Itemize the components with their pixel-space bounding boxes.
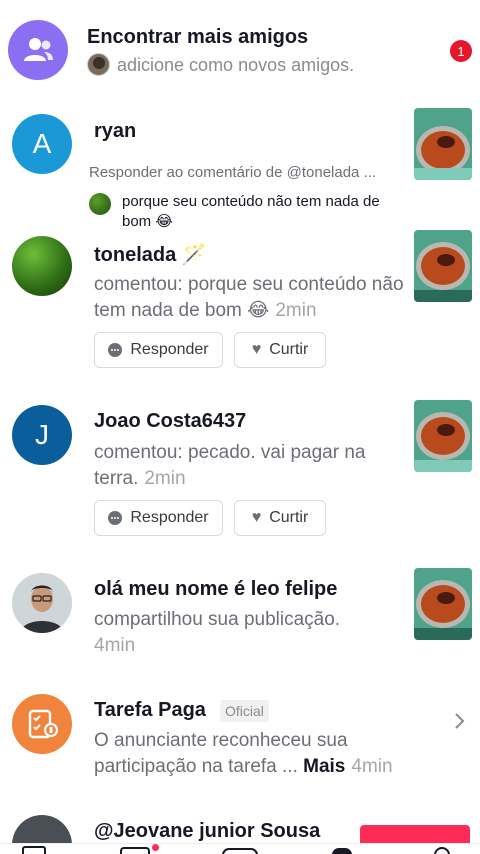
- search-icon[interactable]: [434, 847, 450, 854]
- more-link[interactable]: Mais: [303, 756, 345, 777]
- user-name[interactable]: ryan: [94, 120, 136, 143]
- avatar[interactable]: J: [12, 405, 72, 465]
- comment-icon: [108, 343, 123, 357]
- find-friends-title: Encontrar mais amigos: [87, 26, 309, 48]
- comment-icon: [108, 511, 123, 525]
- task-message: O anunciante reconheceu sua participação…: [94, 730, 393, 777]
- post-thumbnail[interactable]: [414, 230, 472, 302]
- reply-context: Responder ao comentário de @tonelada ...: [89, 164, 377, 181]
- timestamp: 4min: [351, 756, 393, 777]
- avatar[interactable]: [12, 236, 72, 296]
- user-name[interactable]: @Jeovane junior Sousa: [94, 820, 320, 843]
- timestamp: 4min: [94, 635, 136, 656]
- user-name[interactable]: tonelada 🪄: [94, 242, 207, 267]
- post-thumbnail[interactable]: [414, 108, 472, 180]
- notification-badge: 1: [450, 40, 472, 62]
- notification-dot: [152, 844, 159, 851]
- like-label: Curtir: [269, 509, 309, 526]
- bottom-nav: [0, 843, 480, 854]
- home-icon[interactable]: [22, 846, 46, 854]
- heart-icon: ♥: [251, 509, 262, 526]
- like-button[interactable]: ♥ Curtir: [234, 332, 326, 368]
- quoted-comment: porque seu conteúdo não tem nada de bom …: [122, 193, 380, 230]
- like-button[interactable]: ♥ Curtir: [234, 500, 326, 536]
- post-thumbnail[interactable]: [414, 568, 472, 640]
- avatar[interactable]: [12, 573, 72, 633]
- user-name[interactable]: Tarefa Paga: [94, 699, 206, 722]
- chevron-right-icon: [453, 712, 465, 735]
- find-friends-subtitle: adicione como novos amigos.: [117, 55, 355, 75]
- share-text: compartilhou sua publicação.: [94, 609, 341, 630]
- official-badge: Oficial: [220, 700, 269, 722]
- inbox-icon[interactable]: [120, 847, 150, 854]
- task-icon[interactable]: [12, 694, 72, 754]
- comment-text: comentou: porque seu conteúdo não tem na…: [94, 274, 404, 321]
- timestamp: 2min: [144, 468, 186, 489]
- reply-label: Responder: [130, 341, 209, 358]
- reply-label: Responder: [130, 509, 209, 526]
- reply-button[interactable]: Responder: [94, 500, 223, 536]
- user-name[interactable]: Joao Costa6437: [94, 410, 246, 433]
- like-label: Curtir: [269, 341, 309, 358]
- heart-icon: ♥: [251, 341, 262, 358]
- post-thumbnail[interactable]: [414, 400, 472, 472]
- create-icon[interactable]: [222, 848, 258, 854]
- profile-icon[interactable]: [332, 848, 352, 854]
- timestamp: 2min: [275, 300, 317, 321]
- find-friends-icon: [8, 20, 68, 80]
- user-name[interactable]: olá meu nome é leo felipe: [94, 578, 337, 601]
- reply-button[interactable]: Responder: [94, 332, 223, 368]
- quote-avatar: [89, 193, 111, 215]
- avatar[interactable]: A: [12, 114, 72, 174]
- comment-text: comentou: pecado. vai pagar na terra. 2mi…: [94, 442, 366, 489]
- mini-avatar: [87, 53, 110, 76]
